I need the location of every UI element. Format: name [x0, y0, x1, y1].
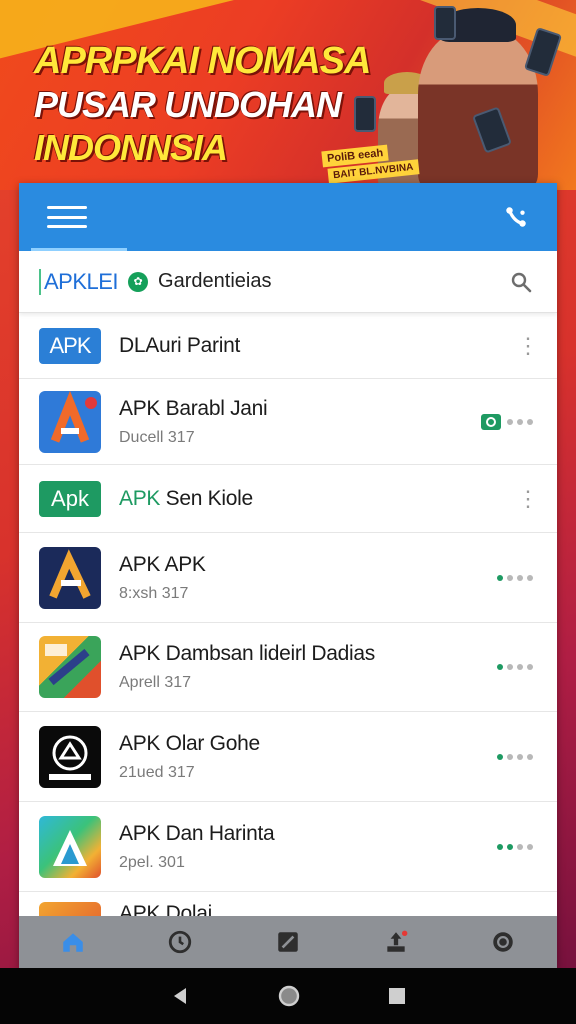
banner-headline-2: PUSAR UNDOHAN — [34, 84, 342, 125]
app-title: APK Sen Kiole — [119, 486, 253, 510]
map-collage-icon — [39, 636, 101, 698]
search-icon[interactable] — [509, 270, 533, 294]
emblem-icon — [39, 725, 101, 788]
brand-logo-text: APKLEI — [39, 268, 119, 295]
list-item[interactable]: APK Dambsan lideirl Dadias Aprell 317 — [19, 623, 557, 712]
app-subtitle: 21ued 317 — [119, 763, 195, 781]
phone-call-icon[interactable] — [503, 204, 529, 230]
a-triangle-icon — [39, 390, 101, 453]
more-options-icon[interactable] — [497, 843, 533, 850]
app-subtitle: 2pel. 301 — [119, 853, 185, 871]
home-icon[interactable] — [60, 929, 86, 955]
app-title: APK Olar Gohe — [119, 731, 260, 755]
apk-text-icon: APK — [39, 327, 101, 364]
home-button-icon[interactable] — [278, 985, 300, 1007]
more-options-icon[interactable]: ⋮ — [517, 487, 539, 510]
app-bar — [19, 183, 557, 251]
list-item[interactable]: APK Olar Gohe 21ued 317 — [19, 712, 557, 802]
promo-banner[interactable]: APRPKAI NOMASA PUSAR UNDOHAN INDONNSIA P… — [0, 0, 576, 190]
list-item[interactable]: APK Barabl Jani Ducell 317 — [19, 379, 557, 465]
tab-indicator — [31, 248, 127, 251]
a-dark-icon — [39, 546, 101, 609]
app-window: APKLEI ✿ Gardentieias APK DLAuri Parint … — [19, 183, 557, 969]
list-item[interactable]: APK APK 8:xsh 317 — [19, 533, 557, 623]
edit-icon[interactable] — [275, 929, 301, 955]
person-illustration — [418, 8, 538, 190]
back-icon[interactable] — [170, 986, 190, 1006]
phone-graphic — [434, 6, 456, 40]
app-list: APK DLAuri Parint ⋮ APK Barabl Jani Duce… — [19, 313, 557, 964]
a-gradient-icon — [39, 815, 101, 878]
phone-graphic — [354, 96, 376, 132]
more-options-icon[interactable] — [507, 418, 533, 425]
more-options-icon[interactable] — [497, 664, 533, 670]
banner-headline-1: APRPKAI NOMASA — [34, 40, 371, 82]
recents-icon[interactable] — [388, 987, 406, 1005]
refresh-icon[interactable] — [490, 929, 516, 955]
system-navigation-bar — [0, 968, 576, 1024]
app-subtitle: Ducell 317 — [119, 428, 195, 446]
search-label[interactable]: Gardentieias — [158, 270, 509, 293]
app-subtitle: Aprell 317 — [119, 674, 192, 691]
banner-headline-3: INDONNSIA — [34, 127, 228, 168]
verified-badge-icon — [481, 413, 501, 430]
more-options-icon[interactable]: ⋮ — [517, 334, 539, 357]
search-bar[interactable]: APKLEI ✿ Gardentieias — [19, 251, 557, 313]
app-title: APK APK — [119, 552, 206, 576]
list-item[interactable]: APK Dan Harinta 2pel. 301 — [19, 802, 557, 892]
app-title: DLAuri Parint — [119, 333, 240, 357]
apk-green-icon: Apk — [39, 480, 101, 517]
list-item[interactable]: Apk APK Sen Kiole ⋮ — [19, 465, 557, 533]
clock-icon[interactable] — [167, 929, 193, 955]
bottom-navigation — [19, 916, 557, 968]
more-options-icon[interactable] — [497, 753, 533, 760]
list-item[interactable]: APK DLAuri Parint ⋮ — [19, 313, 557, 379]
app-subtitle: 8:xsh 317 — [119, 584, 189, 602]
app-title: APK Barabl Jani — [119, 396, 268, 420]
more-options-icon[interactable] — [497, 574, 533, 581]
app-title: APK Dan Harinta — [119, 821, 275, 845]
share-icon[interactable] — [383, 929, 409, 955]
app-title: APK Dambsan lideirl Dadias — [119, 642, 375, 665]
leaf-icon: ✿ — [128, 271, 149, 292]
hamburger-menu-icon[interactable] — [47, 206, 87, 228]
